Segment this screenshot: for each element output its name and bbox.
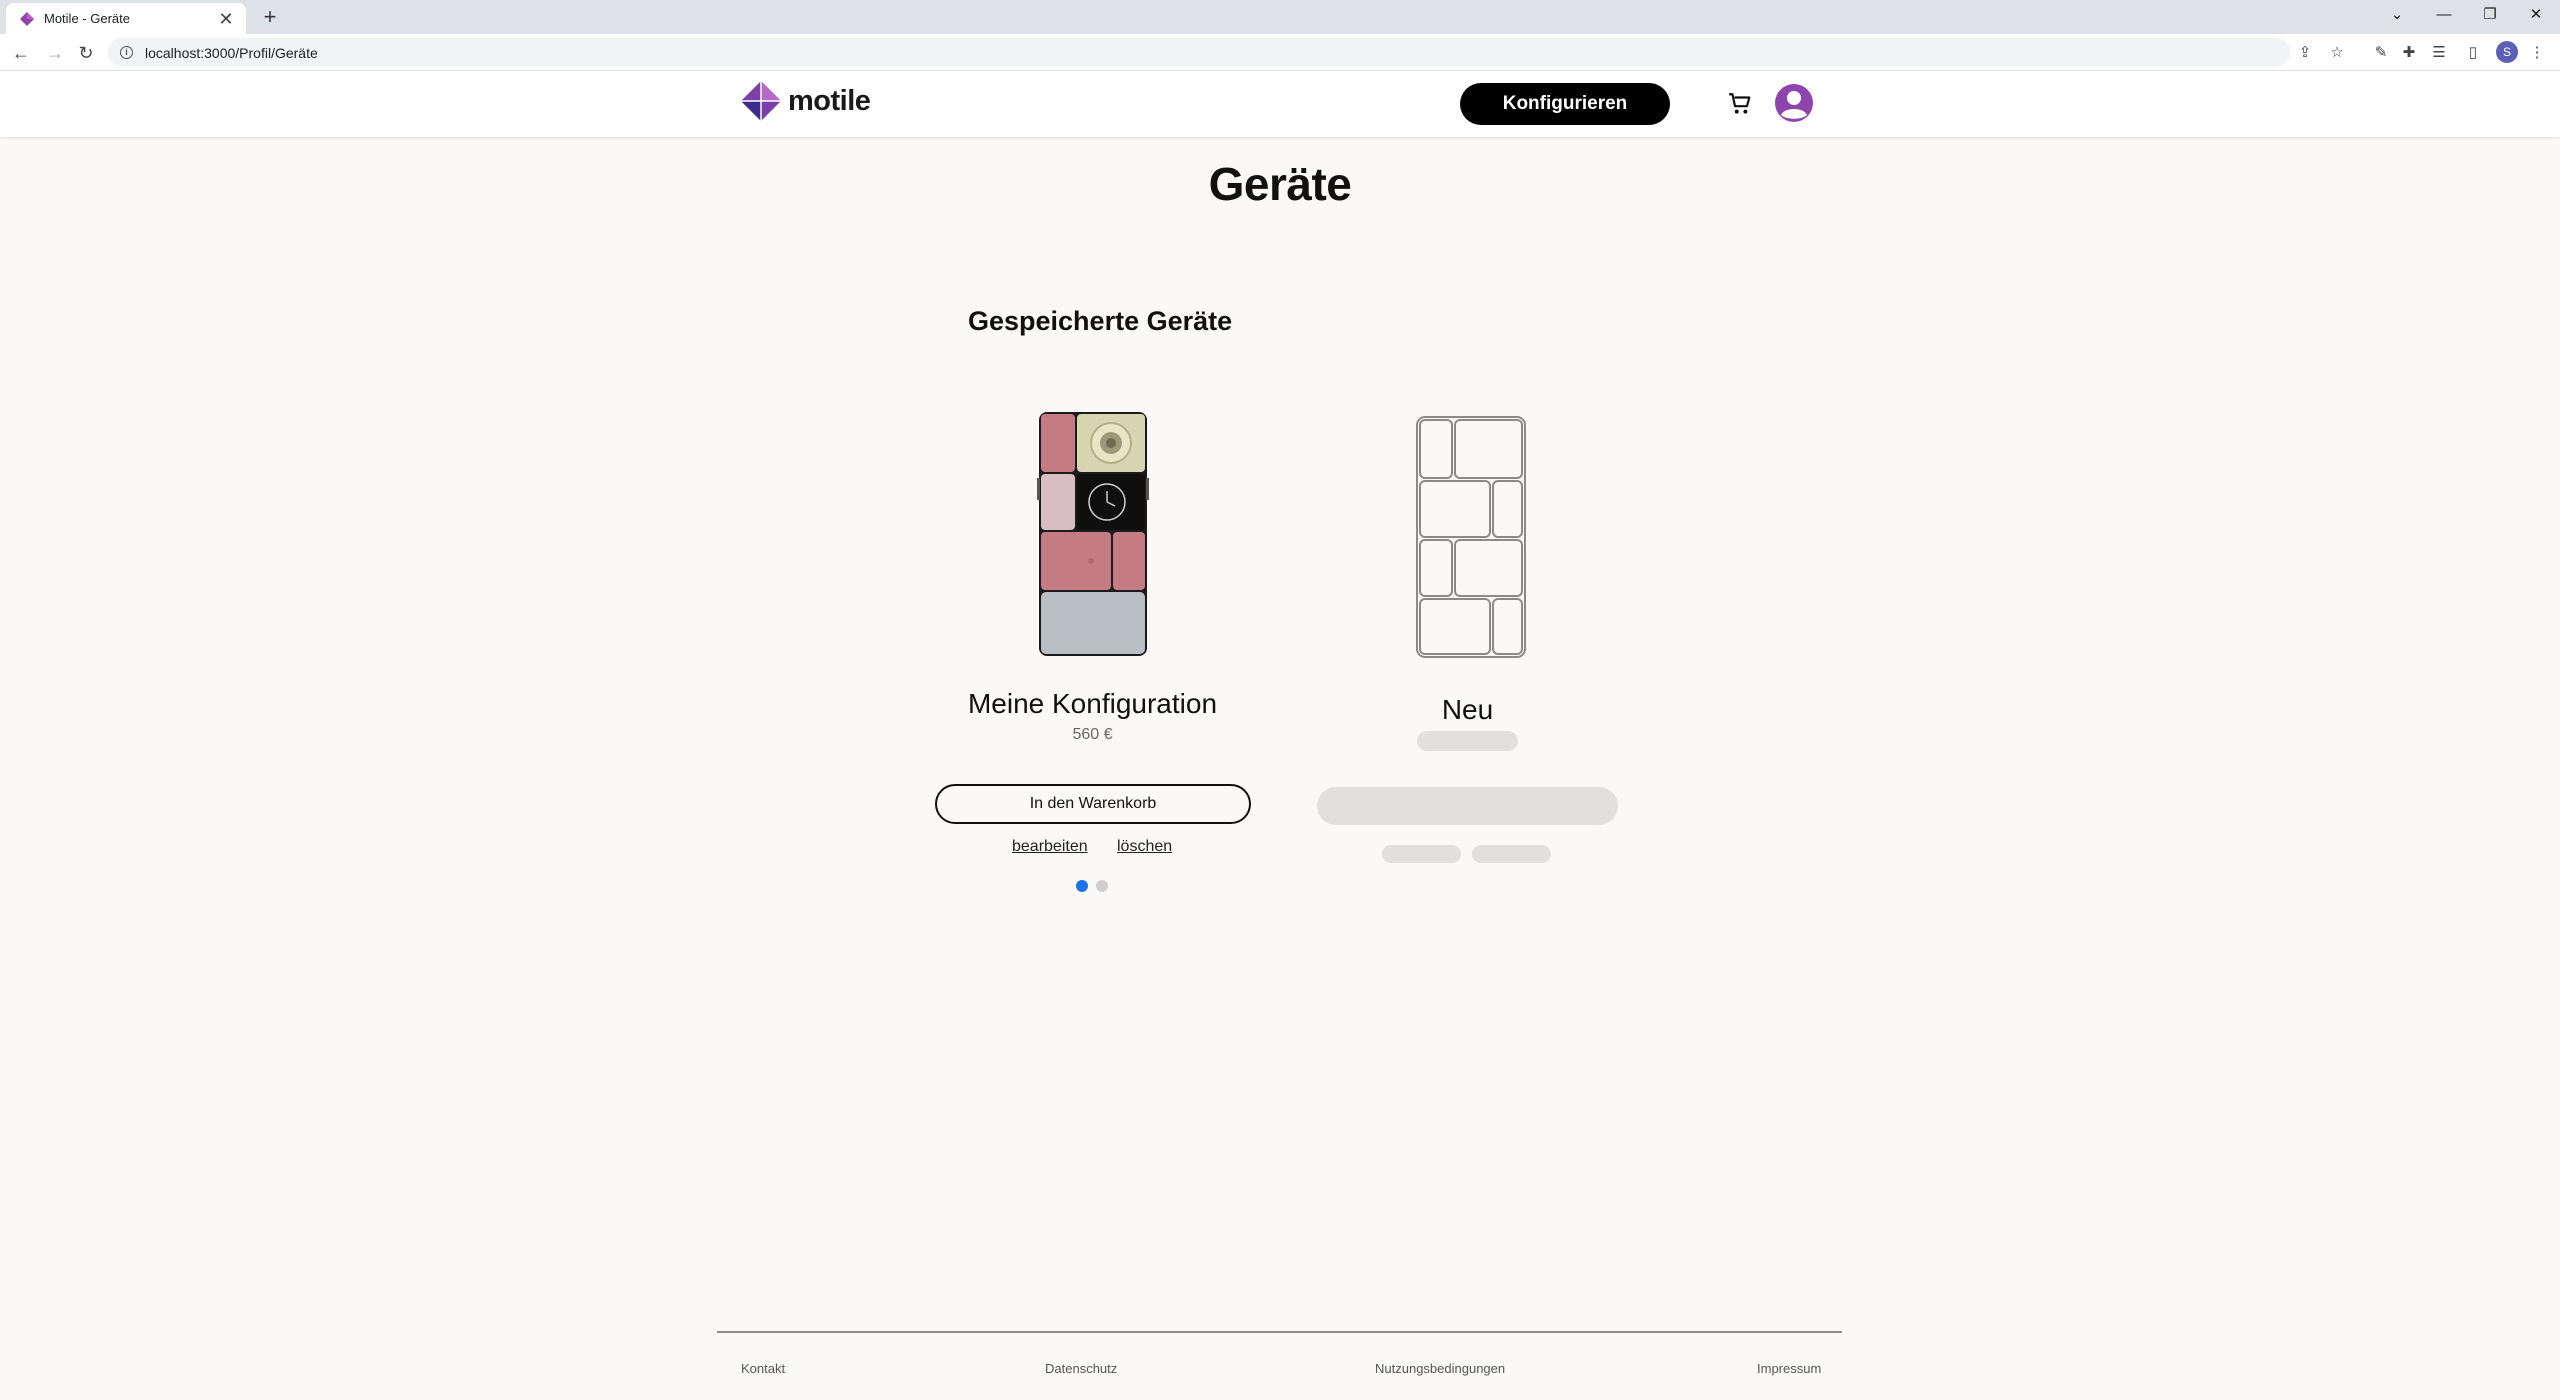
link-skeleton: [1382, 845, 1461, 863]
url-text[interactable]: localhost:3000/Profil/Geräte: [145, 45, 318, 61]
tab-search-icon[interactable]: ⌄: [2375, 0, 2419, 30]
logo-text: motile: [788, 84, 871, 117]
delete-link[interactable]: löschen: [1117, 838, 1172, 856]
browser-toolbar: ← → ↻ i localhost:3000/Profil/Geräte ⇪ ☆…: [0, 34, 2560, 71]
restore-button[interactable]: ❐: [2468, 0, 2512, 30]
site-info-icon[interactable]: i: [120, 46, 133, 59]
page-title: Geräte: [1208, 158, 1352, 210]
carousel-dot-active[interactable]: [1076, 880, 1088, 892]
share-icon[interactable]: ⇪: [2294, 42, 2316, 64]
device-price: 560 €: [1072, 726, 1113, 743]
add-to-cart-button[interactable]: In den Warenkorb: [935, 784, 1251, 824]
new-device-name: Neu: [1441, 694, 1494, 725]
device-name: Meine Konfiguration: [967, 688, 1218, 719]
device-configuration-image[interactable]: [1037, 412, 1149, 656]
site-header: motile Konfigurieren: [0, 71, 2560, 137]
close-window-button[interactable]: ✕: [2514, 0, 2558, 30]
button-skeleton: [1317, 787, 1618, 825]
configure-button[interactable]: Konfigurieren: [1460, 83, 1670, 125]
extension-icon[interactable]: ✎: [2370, 42, 2392, 64]
address-bar[interactable]: i localhost:3000/Profil/Geräte: [108, 38, 2290, 67]
section-title: Gespeicherte Geräte: [968, 306, 1233, 336]
browser-tabstrip: Motile - Geräte ✕ + ⌄ — ❐ ✕: [0, 0, 2560, 34]
forward-button[interactable]: →: [42, 40, 68, 66]
shopping-cart-icon[interactable]: [1727, 91, 1753, 117]
back-button[interactable]: ←: [8, 40, 34, 66]
footer-link-impressum[interactable]: Impressum: [1757, 1361, 1821, 1376]
edit-link[interactable]: bearbeiten: [1012, 838, 1088, 856]
link-skeleton: [1472, 845, 1551, 863]
reload-button[interactable]: ↻: [73, 40, 99, 66]
browser-tab[interactable]: Motile - Geräte ✕: [6, 3, 246, 34]
minimize-button[interactable]: —: [2422, 0, 2466, 30]
tab-title: Motile - Geräte: [44, 11, 130, 26]
extensions-puzzle-icon[interactable]: ✚: [2398, 42, 2420, 64]
user-avatar-icon[interactable]: [1774, 83, 1814, 123]
footer-link-nutzungsbedingungen[interactable]: Nutzungsbedingungen: [1375, 1361, 1505, 1376]
tab-close-icon[interactable]: ✕: [216, 10, 236, 28]
new-tab-button[interactable]: +: [258, 5, 282, 29]
carousel-dot[interactable]: [1096, 880, 1108, 892]
motile-favicon-icon: [20, 11, 34, 26]
browser-menu-icon[interactable]: ⋮: [2526, 42, 2548, 64]
footer-link-kontakt[interactable]: Kontakt: [741, 1361, 785, 1376]
side-panel-icon[interactable]: ▯: [2462, 42, 2484, 64]
motile-logo-icon: [741, 81, 781, 121]
bookmark-star-icon[interactable]: ☆: [2326, 42, 2348, 64]
motile-logo[interactable]: motile: [740, 80, 871, 122]
footer-divider: [717, 1331, 1842, 1333]
browser-profile-avatar[interactable]: S: [2496, 41, 2518, 63]
footer-link-datenschutz[interactable]: Datenschutz: [1045, 1361, 1117, 1376]
reading-list-icon[interactable]: ☰: [2428, 42, 2450, 64]
new-device-outline-image[interactable]: [1415, 415, 1527, 659]
price-skeleton: [1417, 731, 1518, 751]
